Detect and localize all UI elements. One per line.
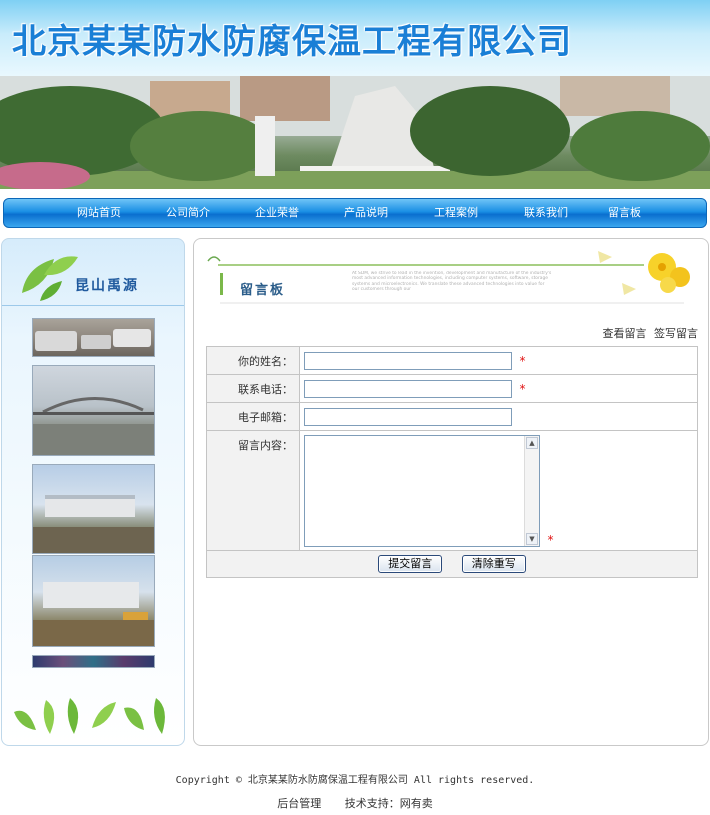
name-required-mark: *	[519, 354, 526, 368]
header-small-text: At SDM, we strive to lead in the inventi…	[352, 271, 552, 293]
guestbook-panel: At SDM, we strive to lead in the inventi…	[193, 238, 709, 746]
phone-label: 联系电话：	[206, 374, 300, 403]
banner-photo	[0, 76, 710, 189]
phone-required-mark: *	[519, 382, 526, 396]
footer-links: 后台管理 技术支持：网有卖	[0, 795, 710, 811]
email-label: 电子邮箱：	[206, 402, 300, 431]
nav-item-home[interactable]: 网站首页	[77, 199, 121, 227]
sidebar-photo-bridge	[32, 365, 155, 456]
content-textarea[interactable]: ▲ ▼	[304, 434, 540, 547]
sidebar-photo-vehicles	[32, 318, 155, 357]
content-label: 留言内容：	[206, 430, 300, 551]
message-form: 你的姓名： * 联系电话： * 电子邮箱： 留言内容： ▲ ▼ * 提交留言 清…	[206, 346, 698, 578]
nav-item-products[interactable]: 产品说明	[344, 199, 388, 227]
copyright-text: Copyright © 北京某某防水防腐保温工程有限公司 All rights …	[175, 775, 535, 786]
leaf-logo-icon	[22, 256, 78, 301]
site-title: 北京某某防水防腐保温工程有限公司	[12, 22, 572, 62]
name-label: 你的姓名：	[206, 346, 300, 375]
write-message-link[interactable]: 签写留言	[654, 327, 698, 340]
reset-button[interactable]: 清除重写	[461, 555, 526, 573]
form-row-phone: 联系电话： *	[206, 374, 698, 403]
content-required-mark: *	[547, 532, 554, 547]
nav-item-about[interactable]: 公司简介	[166, 199, 210, 227]
textarea-scrollbar[interactable]: ▲ ▼	[524, 435, 539, 546]
sidebar-title: 昆山禹源	[75, 278, 139, 294]
sidebar-photo-building-2	[32, 555, 155, 647]
form-row-email: 电子邮箱：	[206, 402, 698, 431]
guestbook-links: 查看留言 签写留言	[603, 325, 699, 341]
leaf-row-icon	[14, 698, 165, 734]
scroll-up-icon[interactable]: ▲	[526, 436, 538, 449]
scroll-down-icon[interactable]: ▼	[526, 532, 538, 545]
tech-support-text: 技术支持：网有卖	[344, 797, 433, 810]
nav-item-cases[interactable]: 工程案例	[434, 199, 478, 227]
email-input[interactable]	[304, 407, 512, 426]
sidebar-photo-strip	[32, 655, 155, 668]
banner-scene	[0, 76, 710, 189]
board-title: 留言板	[240, 283, 286, 298]
sidebar-photo-building-1	[32, 464, 155, 554]
nav-item-honors[interactable]: 企业荣誉	[255, 199, 299, 227]
sidebar: 昆山禹源	[1, 238, 185, 746]
phone-input[interactable]	[304, 379, 512, 398]
form-row-content: 留言内容： ▲ ▼ *	[206, 430, 698, 551]
nav-item-guestbook[interactable]: 留言板	[608, 199, 641, 227]
form-row-buttons: 提交留言 清除重写	[206, 550, 698, 578]
view-messages-link[interactable]: 查看留言	[603, 327, 647, 340]
nav-item-contact[interactable]: 联系我们	[524, 199, 568, 227]
submit-button[interactable]: 提交留言	[378, 555, 443, 573]
site-header: 北京某某防水防腐保温工程有限公司	[0, 0, 710, 76]
name-input[interactable]	[304, 351, 512, 370]
sidebar-divider	[2, 305, 184, 306]
main-nav: 网站首页 公司简介 企业荣誉 产品说明 工程案例 联系我们 留言板	[3, 198, 707, 228]
form-row-name: 你的姓名： *	[206, 346, 698, 375]
admin-link[interactable]: 后台管理	[277, 797, 321, 810]
